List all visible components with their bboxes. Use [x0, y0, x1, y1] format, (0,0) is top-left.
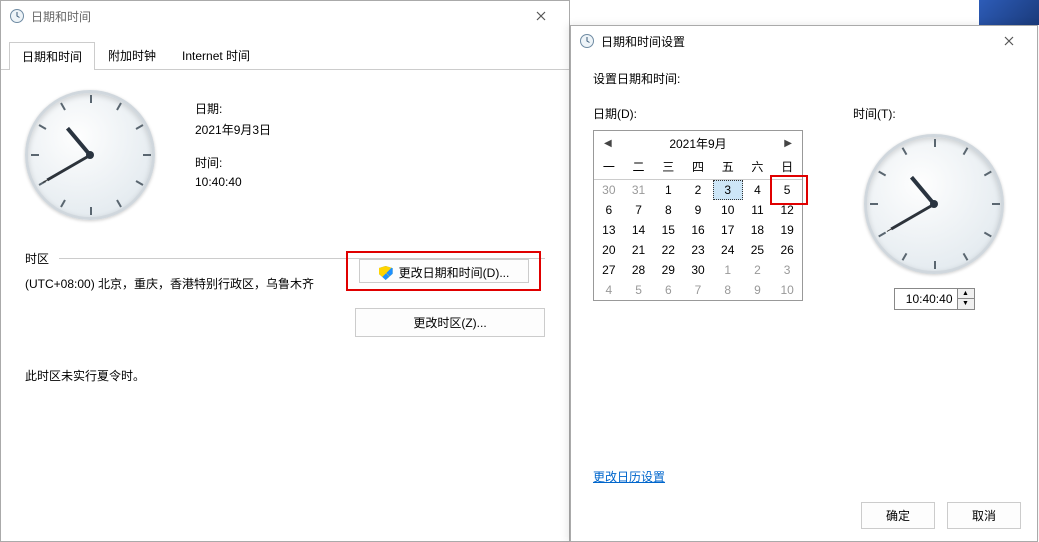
cal-prev-month[interactable]: ◀ — [600, 138, 616, 149]
cal-day[interactable]: 5 — [624, 280, 654, 300]
cal-dow: 二 — [624, 156, 654, 180]
cal-day[interactable]: 2 — [743, 260, 773, 280]
cal-day[interactable]: 18 — [743, 220, 773, 240]
cal-day[interactable]: 7 — [624, 200, 654, 220]
cal-next-month[interactable]: ▶ — [780, 138, 796, 149]
calendar: ◀ 2021年9月 ▶ 一二三四五六日303112345678910111213… — [593, 130, 803, 301]
cal-day[interactable]: 3 — [713, 180, 743, 200]
cal-day[interactable]: 4 — [743, 180, 773, 200]
cal-day[interactable]: 4 — [594, 280, 624, 300]
tab-panel: 日期: 2021年9月3日 时间: 10:40:40 时区 (UTC+08:00… — [1, 70, 569, 404]
cal-day[interactable]: 26 — [772, 240, 802, 260]
cal-day[interactable]: 14 — [624, 220, 654, 240]
cal-day[interactable]: 23 — [683, 240, 713, 260]
titlebar-right: 日期和时间设置 — [571, 26, 1037, 56]
cal-day[interactable]: 30 — [683, 260, 713, 280]
date-value: 2021年9月3日 — [195, 121, 271, 138]
cal-dow: 六 — [743, 156, 773, 180]
cal-day[interactable]: 9 — [743, 280, 773, 300]
cal-day[interactable]: 22 — [653, 240, 683, 260]
tabs: 日期和时间 附加时钟 Internet 时间 — [1, 31, 569, 70]
date-picker-label: 日期(D): — [593, 105, 803, 122]
cal-day[interactable]: 30 — [594, 180, 624, 200]
tab-additional-clocks[interactable]: 附加时钟 — [95, 41, 169, 69]
cal-day[interactable]: 8 — [653, 200, 683, 220]
time-spin-up[interactable]: ▲ — [958, 289, 974, 299]
cal-dow: 五 — [713, 156, 743, 180]
time-spin-down[interactable]: ▼ — [958, 299, 974, 309]
cal-dow: 一 — [594, 156, 624, 180]
tab-internet-time[interactable]: Internet 时间 — [169, 41, 263, 69]
highlight-box-day5 — [770, 175, 808, 205]
cal-month-title[interactable]: 2021年9月 — [669, 135, 726, 152]
close-button-left[interactable] — [521, 2, 561, 30]
cal-day[interactable]: 9 — [683, 200, 713, 220]
analog-clock-left — [25, 90, 155, 220]
cal-day[interactable]: 10 — [713, 200, 743, 220]
clock-icon — [579, 33, 595, 49]
cal-dow: 四 — [683, 156, 713, 180]
date-label: 日期: — [195, 100, 271, 117]
ok-button[interactable]: 确定 — [861, 502, 935, 529]
cal-day[interactable]: 17 — [713, 220, 743, 240]
cal-day[interactable]: 13 — [594, 220, 624, 240]
dst-note: 此时区未实行夏令时。 — [25, 367, 545, 384]
change-timezone-button[interactable]: 更改时区(Z)... — [355, 308, 545, 337]
clock-icon — [9, 8, 25, 24]
close-button-right[interactable] — [989, 27, 1029, 55]
time-picker-label: 时间(T): — [853, 105, 896, 122]
cal-day[interactable]: 29 — [653, 260, 683, 280]
cal-day[interactable]: 7 — [683, 280, 713, 300]
cal-day[interactable]: 6 — [653, 280, 683, 300]
cal-day[interactable]: 16 — [683, 220, 713, 240]
titlebar-left: 日期和时间 — [1, 1, 569, 31]
cal-dow: 三 — [653, 156, 683, 180]
cal-day[interactable]: 25 — [743, 240, 773, 260]
cal-day[interactable]: 3 — [772, 260, 802, 280]
date-time-window: 日期和时间 日期和时间 附加时钟 Internet 时间 日期: 2021年9月… — [0, 0, 570, 542]
desktop-background-strip — [979, 0, 1039, 25]
cal-day[interactable]: 6 — [594, 200, 624, 220]
cal-day[interactable]: 1 — [713, 260, 743, 280]
change-calendar-settings-link[interactable]: 更改日历设置 — [593, 470, 665, 484]
cal-day[interactable]: 15 — [653, 220, 683, 240]
timezone-heading: 时区 — [25, 250, 49, 267]
time-spinner[interactable]: ▲ ▼ — [894, 288, 975, 310]
cal-day[interactable]: 24 — [713, 240, 743, 260]
cal-day[interactable]: 28 — [624, 260, 654, 280]
dialog-heading: 设置日期和时间: — [593, 70, 1015, 87]
change-date-time-button[interactable]: 更改日期和时间(D)... — [359, 259, 529, 283]
dialog-title: 日期和时间设置 — [601, 33, 685, 50]
time-value: 10:40:40 — [195, 175, 271, 189]
cal-day[interactable]: 27 — [594, 260, 624, 280]
cal-day[interactable]: 1 — [653, 180, 683, 200]
cancel-button[interactable]: 取消 — [947, 502, 1021, 529]
window-title: 日期和时间 — [31, 8, 91, 25]
cal-day[interactable]: 19 — [772, 220, 802, 240]
tab-date-time[interactable]: 日期和时间 — [9, 42, 95, 70]
cal-day[interactable]: 10 — [772, 280, 802, 300]
time-label: 时间: — [195, 154, 271, 171]
cal-day[interactable]: 2 — [683, 180, 713, 200]
cal-day[interactable]: 8 — [713, 280, 743, 300]
date-time-settings-dialog: 日期和时间设置 设置日期和时间: 日期(D): ◀ 2021年9月 ▶ 一二三四… — [570, 25, 1038, 542]
cal-day[interactable]: 21 — [624, 240, 654, 260]
cal-day[interactable]: 20 — [594, 240, 624, 260]
time-input[interactable] — [895, 289, 957, 309]
analog-clock-right — [864, 134, 1004, 274]
cal-day[interactable]: 11 — [743, 200, 773, 220]
cal-day[interactable]: 31 — [624, 180, 654, 200]
